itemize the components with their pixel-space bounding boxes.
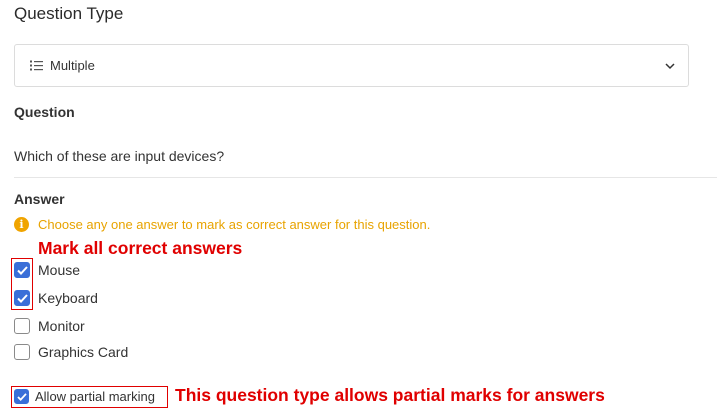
- question-type-title: Question Type: [14, 4, 124, 23]
- option-label: Monitor: [38, 318, 85, 334]
- checkbox-checked[interactable]: [14, 389, 29, 404]
- info-icon: i: [14, 217, 29, 232]
- checkbox-checked[interactable]: [14, 290, 30, 306]
- question-text[interactable]: Which of these are input devices?: [14, 148, 224, 164]
- checkbox-unchecked[interactable]: [14, 318, 30, 334]
- answer-option-graphics-card[interactable]: Graphics Card: [14, 344, 128, 360]
- answer-option-monitor[interactable]: Monitor: [14, 318, 85, 334]
- list-icon: [30, 60, 43, 71]
- chevron-down-icon[interactable]: [664, 59, 676, 71]
- question-label: Question: [14, 104, 75, 120]
- partial-marking-toggle[interactable]: Allow partial marking: [14, 389, 155, 404]
- answer-option-keyboard[interactable]: Keyboard: [14, 290, 98, 306]
- question-type-value: Multiple: [50, 58, 95, 73]
- answer-label: Answer: [14, 191, 65, 207]
- checkbox-unchecked[interactable]: [14, 344, 30, 360]
- divider: [14, 177, 717, 178]
- annotation-partial-marks: This question type allows partial marks …: [175, 385, 605, 405]
- hint-row: i Choose any one answer to mark as corre…: [14, 217, 430, 232]
- option-label: Graphics Card: [38, 344, 129, 360]
- hint-text: Choose any one answer to mark as correct…: [38, 217, 431, 232]
- annotation-correct-answers: Mark all correct answers: [38, 238, 243, 258]
- answer-option-mouse[interactable]: Mouse: [14, 262, 80, 278]
- partial-marking-label: Allow partial marking: [35, 389, 155, 404]
- question-type-select[interactable]: Multiple: [14, 44, 689, 87]
- option-label: Mouse: [38, 262, 81, 278]
- checkbox-checked[interactable]: [14, 262, 30, 278]
- option-label: Keyboard: [38, 290, 98, 306]
